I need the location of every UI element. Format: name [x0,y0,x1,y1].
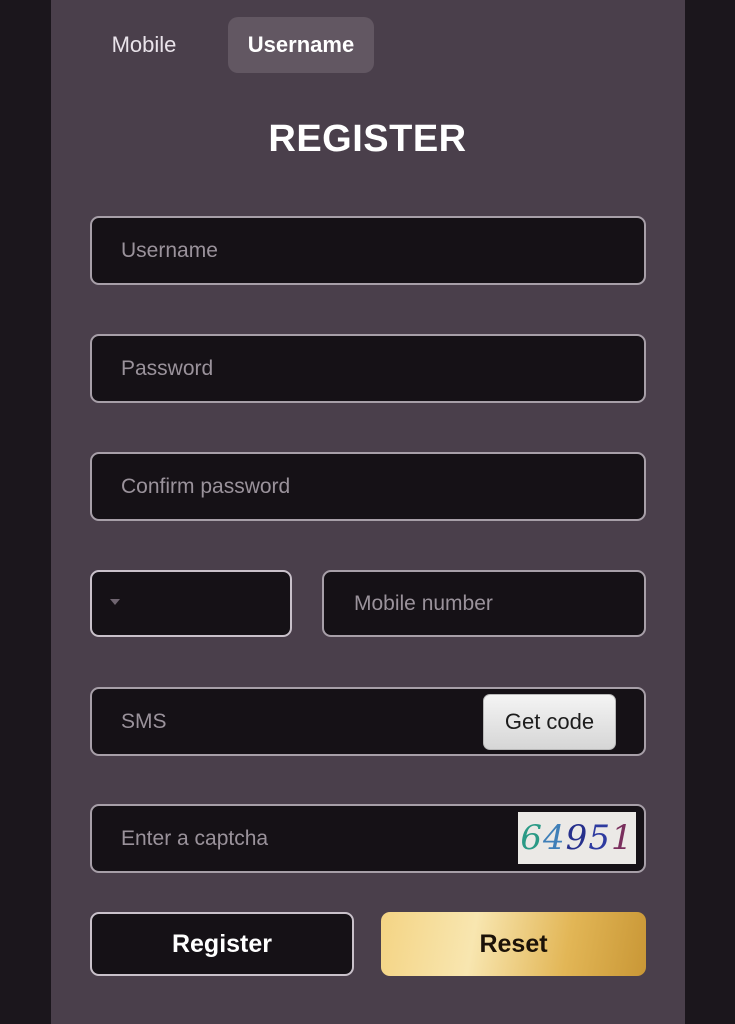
caret-down-icon [110,599,120,605]
mobile-number-field [322,570,646,637]
tab-username[interactable]: Username [228,17,374,73]
captcha-field: 64951 [90,804,646,873]
captcha-digit: 4 [543,818,566,858]
register-button[interactable]: Register [90,912,354,976]
captcha-digit: 5 [588,818,611,858]
captcha-image[interactable]: 64951 [518,812,636,864]
confirm-password-input[interactable] [92,454,644,519]
reset-button[interactable]: Reset [381,912,646,976]
username-field [90,216,646,285]
password-field [90,334,646,403]
confirm-password-field [90,452,646,521]
page-title: REGISTER [268,118,467,160]
get-code-button[interactable]: Get code [483,694,616,750]
mobile-number-input[interactable] [324,572,644,635]
username-input[interactable] [92,218,644,283]
country-code-select[interactable] [90,570,292,637]
captcha-digit: 6 [520,818,544,858]
password-input[interactable] [92,336,644,401]
sms-field: Get code [90,687,646,756]
captcha-digit: 9 [565,818,589,858]
captcha-digit: 1 [610,818,634,858]
tab-mobile[interactable]: Mobile [90,17,198,73]
